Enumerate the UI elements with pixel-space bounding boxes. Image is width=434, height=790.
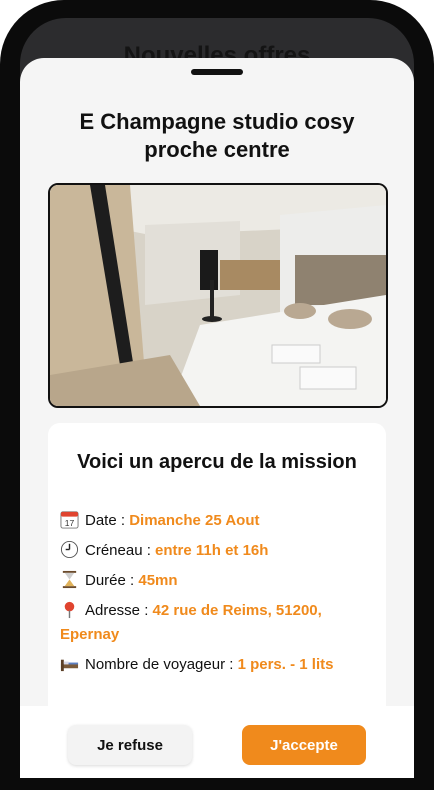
offer-sheet: E Champagne studio cosy proche centre Vo… — [20, 58, 414, 778]
listing-photo — [48, 183, 388, 408]
duration-row: Durée : 45mn — [60, 569, 380, 593]
svg-text:17: 17 — [65, 518, 75, 528]
address-row: Adresse : 42 rue de Reims, 51200, Eperna… — [60, 599, 380, 647]
refuse-button[interactable]: Je refuse — [68, 725, 192, 765]
date-value: Dimanche 25 Aout — [129, 512, 260, 529]
date-label: Date : — [85, 512, 130, 529]
clock-icon — [60, 540, 79, 559]
date-row: 17 Date : Dimanche 25 Aout — [60, 509, 380, 533]
mission-card: Voici un apercu de la mission 17 Date : … — [48, 423, 386, 743]
slot-row: Créneau : entre 11h et 16h — [60, 539, 380, 563]
slot-label: Créneau : — [85, 542, 156, 559]
calendar-icon: 17 — [60, 511, 79, 529]
guests-label: Nombre de voyageur : — [85, 656, 238, 673]
screen: Nouvelles offres E Champagne studio cosy… — [20, 18, 414, 778]
hourglass-icon — [62, 570, 77, 589]
accept-button[interactable]: J'accepte — [242, 725, 366, 765]
mission-heading: Voici un apercu de la mission — [77, 451, 357, 473]
address-label: Adresse : — [85, 602, 153, 619]
guests-value: 1 pers. - 1 lits — [237, 656, 334, 673]
bed-icon — [60, 659, 79, 672]
pin-icon — [64, 601, 75, 619]
slot-value: entre 11h et 16h — [155, 542, 269, 559]
duration-label: Durée : — [85, 572, 139, 589]
sheet-grabber[interactable] — [191, 69, 243, 75]
listing-title: E Champagne studio cosy proche centre — [79, 109, 355, 162]
action-footer: Je refuse J'accepte — [20, 706, 414, 778]
duration-value: 45mn — [138, 572, 178, 589]
guests-row: Nombre de voyageur : 1 pers. - 1 lits — [60, 653, 380, 677]
phone-frame: Nouvelles offres E Champagne studio cosy… — [0, 0, 434, 790]
